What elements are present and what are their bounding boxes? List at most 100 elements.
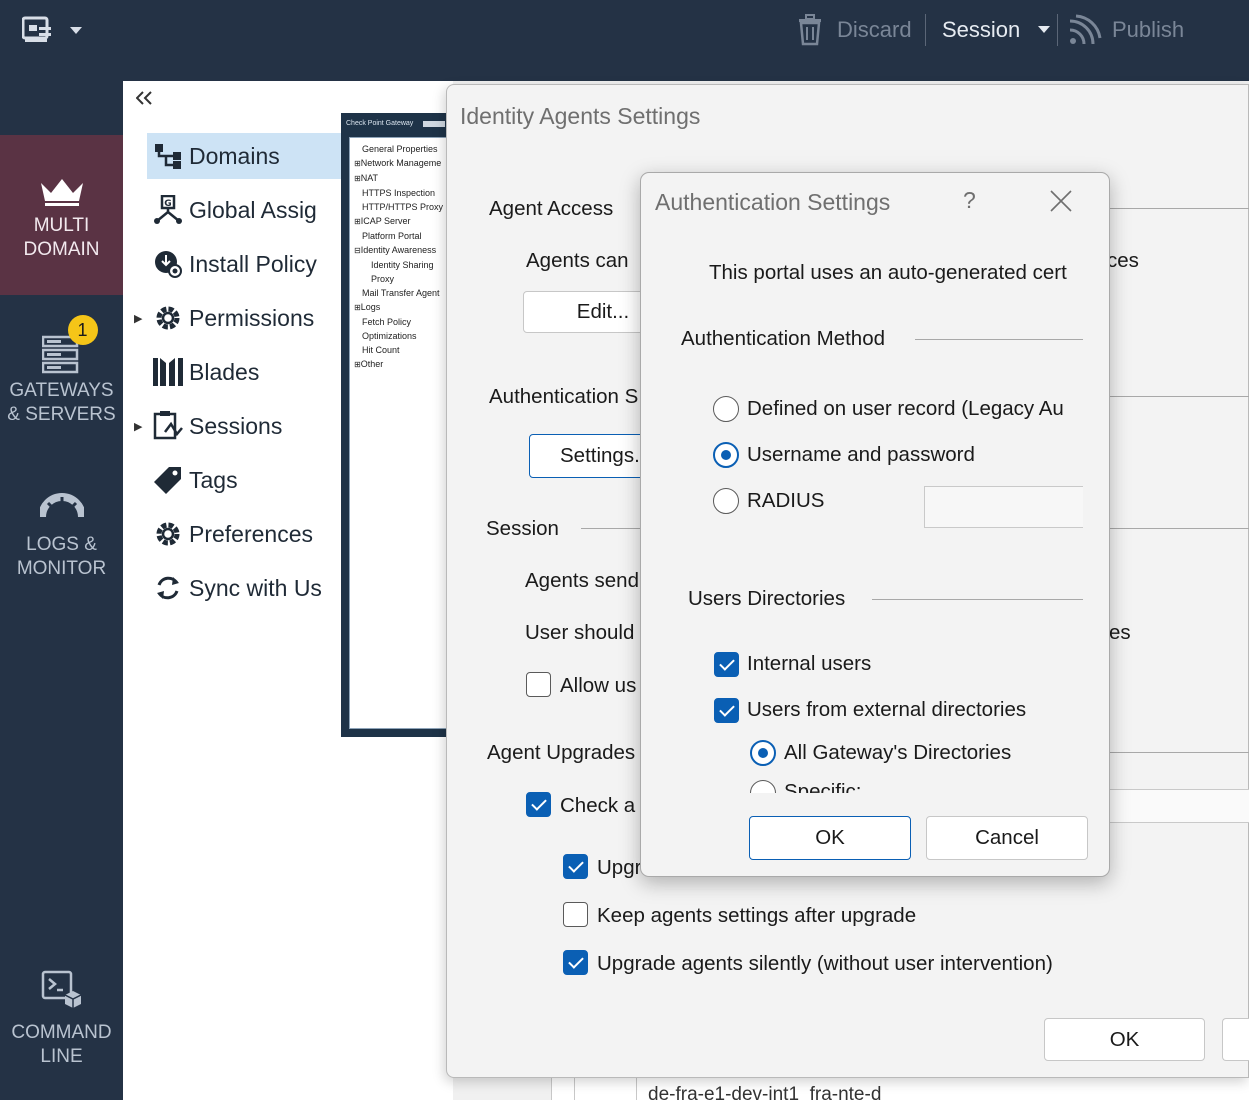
- section-authentication-method: Authentication Method: [681, 327, 885, 350]
- global-assignments-icon: G: [154, 195, 182, 224]
- allow-label: Allow us: [560, 674, 637, 697]
- thumbnail-titlebar-control: [423, 121, 445, 127]
- session-label: Session: [942, 17, 1021, 42]
- upgrade-silently-label: Upgrade agents silently (without user in…: [597, 952, 1053, 975]
- all-gateway-directories-label: All Gateway's Directories: [784, 741, 1012, 764]
- nav-command-line2: LINE: [40, 1046, 83, 1067]
- tree-item: HTTPS Inspection: [362, 188, 436, 198]
- publish-label: Publish: [1112, 17, 1185, 42]
- username-password-radio[interactable]: [713, 442, 739, 468]
- tree-item: ⊞Logs: [354, 302, 381, 312]
- menu-item-label: Sessions: [189, 412, 283, 439]
- session-button[interactable]: Session: [942, 14, 1051, 46]
- nav-command-line[interactable]: COMMAND LINE: [0, 969, 123, 1079]
- upgrade-agents-checkbox[interactable]: [563, 854, 588, 879]
- ok-button[interactable]: OK: [749, 816, 911, 860]
- menu-item-label: Global Assig: [189, 196, 317, 223]
- menu-item-label: Permissions: [189, 304, 315, 331]
- radius-server-select[interactable]: [924, 486, 1083, 528]
- keep-settings-label: Keep agents settings after upgrade: [597, 904, 917, 927]
- dialog-title: Identity Agents Settings: [460, 103, 701, 129]
- tree-item: Identity Sharing: [371, 260, 434, 270]
- nav-command-line1: COMMAND: [11, 1022, 112, 1043]
- upgrade-field[interactable]: [1109, 789, 1249, 823]
- tree-item: ⊟Identity Awareness: [354, 245, 437, 255]
- blades-icon: [153, 358, 183, 386]
- tree-item: Fetch Policy: [362, 317, 412, 327]
- menu-item-label: Install Policy: [189, 250, 317, 277]
- nav-logs-line2: MONITOR: [16, 558, 107, 579]
- thumbnail-tree: General Properties ⊞Network Manageme ⊞NA…: [354, 142, 443, 372]
- defined-on-user-radio[interactable]: [713, 396, 739, 422]
- section-divider: [1109, 528, 1249, 529]
- user-should-label: User should: [525, 621, 635, 644]
- install-policy-icon: [155, 251, 182, 278]
- app-menu-icon[interactable]: [21, 16, 56, 51]
- thumbnail-title: Check Point Gateway: [346, 120, 414, 127]
- upgrade-agents-label: Upgr: [597, 856, 642, 879]
- all-gateway-directories-radio[interactable]: [750, 740, 776, 766]
- allow-checkbox[interactable]: [526, 672, 551, 697]
- sync-icon: [157, 576, 179, 600]
- gauge-icon: [39, 493, 84, 518]
- tree-item: ⊞ICAP Server: [354, 216, 411, 226]
- menu-item-label: Tags: [189, 466, 238, 493]
- nav-multi-domain[interactable]: MULTI DOMAIN: [0, 135, 123, 295]
- ok-button[interactable]: OK: [1044, 1018, 1205, 1061]
- internal-users-label: Internal users: [747, 652, 872, 675]
- background-row-text: de-fra-e1-dev-int1_fra-nte-d: [648, 1084, 882, 1100]
- radius-label: RADIUS: [747, 489, 825, 512]
- check-upgrades-label: Check a: [560, 794, 636, 817]
- section-divider: [915, 339, 1083, 340]
- specific-directories-radio[interactable]: [750, 780, 776, 793]
- external-users-checkbox[interactable]: [714, 698, 739, 723]
- tree-item: HTTP/HTTPS Proxy: [362, 202, 444, 212]
- discard-label: Discard: [837, 17, 912, 42]
- username-password-label: Username and password: [747, 443, 975, 466]
- notification-badge: 1: [67, 315, 98, 345]
- section-divider: [872, 599, 1083, 600]
- tree-item: ⊞Network Manageme: [354, 158, 442, 168]
- toolbar-divider: [1057, 14, 1058, 46]
- section-agent-access: Agent Access: [489, 197, 614, 220]
- expand-caret-icon[interactable]: ▶: [134, 312, 142, 325]
- cancel-button-partial[interactable]: [1222, 1018, 1249, 1061]
- upgrade-silently-checkbox[interactable]: [563, 950, 588, 975]
- keep-settings-checkbox[interactable]: [563, 902, 588, 927]
- dialog-scroll-content: This portal uses an auto-generated cert …: [641, 173, 1083, 793]
- nav-logs-monitor[interactable]: LOGS & MONITOR: [0, 493, 123, 603]
- radius-radio[interactable]: [713, 488, 739, 514]
- nav-gateways-servers[interactable]: 1 GATEWAYS & SERVERS: [0, 313, 123, 433]
- menu-item-label: Preferences: [189, 520, 314, 547]
- publish-button[interactable]: Publish: [1068, 14, 1184, 46]
- left-navigation: MULTI DOMAIN 1 GATEWAYS & SERVERS LOGS &…: [0, 81, 123, 1100]
- specific-directories-label: Specific:: [784, 780, 862, 793]
- app-menu-caret-icon[interactable]: [70, 22, 82, 40]
- collapse-panel-icon[interactable]: [135, 91, 152, 108]
- menu-item-label: Blades: [189, 358, 260, 385]
- section-divider: [1109, 752, 1249, 753]
- menu-item-label: Sync with Us: [189, 574, 322, 601]
- expand-caret-icon[interactable]: ▶: [134, 420, 142, 433]
- section-divider: [1109, 208, 1249, 209]
- discard-button[interactable]: Discard: [797, 14, 912, 46]
- gateway-properties-thumbnail[interactable]: Check Point Gateway General Properties ⊞…: [341, 113, 449, 737]
- tree-item: Proxy: [371, 274, 395, 284]
- tree-item: ⊞NAT: [354, 173, 379, 183]
- section-agent-upgrades: Agent Upgrades: [487, 741, 636, 764]
- tree-item: Platform Portal: [362, 231, 422, 241]
- tree-item: Hit Count: [362, 345, 400, 355]
- sessions-icon: [153, 411, 183, 440]
- menu-item-label: Domains: [189, 142, 280, 169]
- nav-gateways-line1: GATEWAYS: [9, 380, 114, 401]
- crown-icon: [40, 179, 83, 206]
- top-bar: Discard Session Publish: [0, 0, 1249, 81]
- check-upgrades-checkbox[interactable]: [526, 792, 551, 817]
- cancel-button[interactable]: Cancel: [926, 816, 1088, 860]
- internal-users-checkbox[interactable]: [714, 652, 739, 677]
- external-users-label: Users from external directories: [747, 698, 1027, 721]
- terminal-icon: [41, 970, 81, 1008]
- tag-icon: [154, 467, 181, 494]
- nav-multi-domain-line1: MULTI: [33, 215, 90, 236]
- thumbnail-tree-panel: General Properties ⊞Network Manageme ⊞NA…: [349, 137, 447, 729]
